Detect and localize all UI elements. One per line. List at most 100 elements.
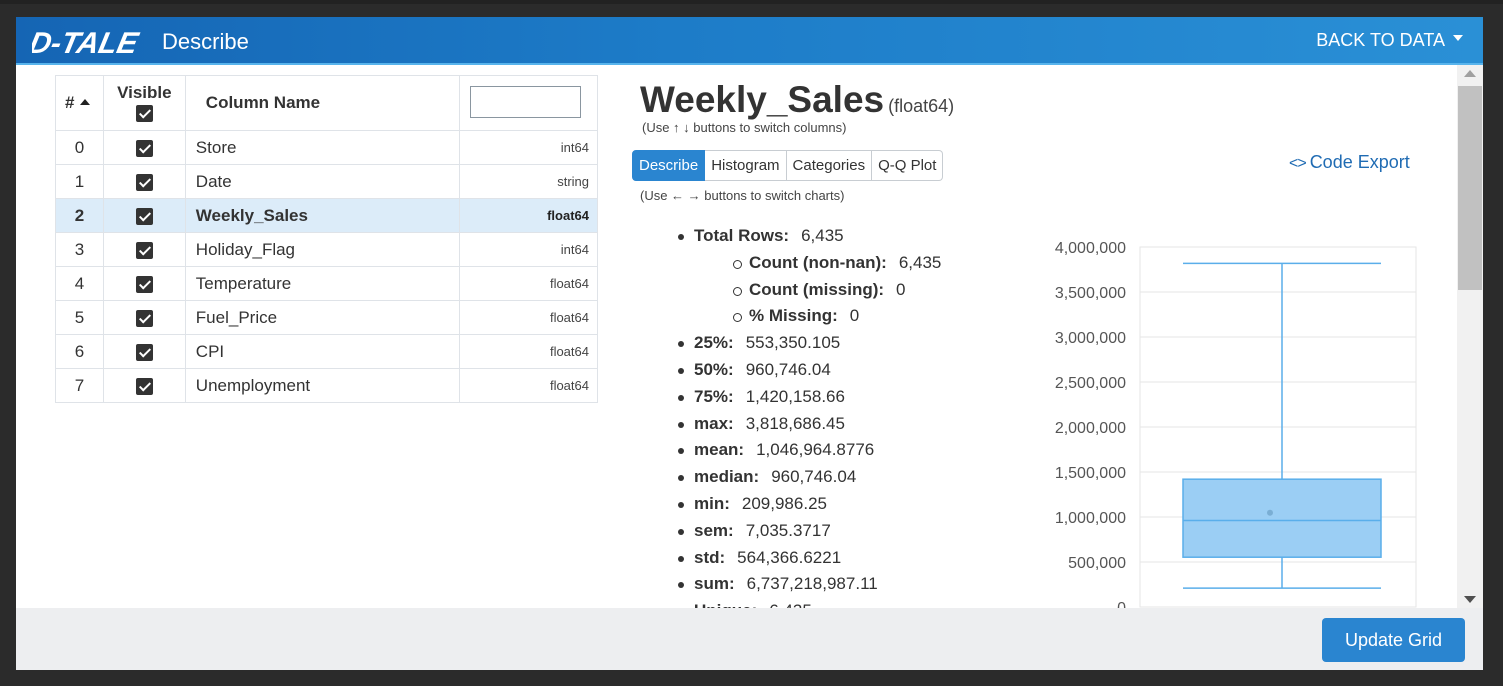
back-to-data-label: BACK TO DATA <box>1316 30 1445 50</box>
table-row[interactable]: 7 Unemployment float64 <box>55 368 598 403</box>
stat-value: 6,435 <box>769 601 812 608</box>
row-visible-cell <box>102 130 186 165</box>
column-filter-input[interactable] <box>469 86 581 118</box>
stat-item: sem: 7,035.3717 <box>676 519 941 546</box>
stat-value: 553,350.105 <box>745 333 841 353</box>
y-tick-label: 0 <box>1117 600 1126 608</box>
row-visible-cell <box>102 300 186 335</box>
table-row[interactable]: 3 Holiday_Flag int64 <box>55 232 598 267</box>
row-data-type: int64 <box>459 232 598 267</box>
row-visible-cell <box>102 368 186 403</box>
stat-item: 75%: 1,420,158.66 <box>676 385 941 412</box>
box-plot-chart: 0 500,000 1,000,000 1,500,000 2,000,000 2,500… <box>1055 240 1417 608</box>
iqr-box <box>1182 478 1382 558</box>
row-data-type: int64 <box>459 130 598 165</box>
stat-label: Total Rows: <box>694 226 790 245</box>
row-number: 2 <box>55 198 104 233</box>
y-tick-label: 2,500,000 <box>1055 375 1126 392</box>
caret-down-icon <box>1453 35 1463 42</box>
stat-item: % Missing: 0 <box>676 304 941 331</box>
table-row[interactable]: 6 CPI float64 <box>55 334 598 369</box>
table-row[interactable]: 0 Store int64 <box>55 130 598 165</box>
visible-checkbox[interactable] <box>135 173 153 191</box>
stat-value: 6,435 <box>801 226 844 245</box>
visible-checkbox[interactable] <box>135 343 153 361</box>
tab-histogram[interactable]: Histogram <box>705 150 787 181</box>
visible-checkbox[interactable] <box>135 139 153 157</box>
table-row[interactable]: 4 Temperature float64 <box>55 266 598 301</box>
visible-checkbox[interactable] <box>135 309 153 327</box>
column-name-header: Column Name <box>184 75 581 131</box>
scroll-up-arrow-icon[interactable] <box>1464 70 1476 77</box>
stat-value: 960,746.04 <box>771 467 857 487</box>
visible-checkbox[interactable] <box>135 207 153 225</box>
row-data-type: float64 <box>459 266 598 301</box>
stat-value: 960,746.04 <box>745 359 831 379</box>
tab-categories[interactable]: Categories <box>786 150 873 181</box>
update-grid-button[interactable]: Update Grid <box>1322 618 1465 662</box>
y-tick-label: 3,000,000 <box>1055 330 1126 347</box>
stat-value: 0 <box>849 306 860 326</box>
stat-item: 50%: 960,746.04 <box>676 358 941 385</box>
stat-item: sum: 6,737,218,987.11 <box>676 572 941 599</box>
row-data-type: float64 <box>459 198 598 233</box>
table-row[interactable]: 1 Date string <box>55 164 598 199</box>
row-visible-cell <box>102 198 186 233</box>
stat-item: Unique: 6,435 <box>676 599 941 608</box>
table-row[interactable]: 2 Weekly_Sales float64 <box>55 198 598 233</box>
stat-value: 6,737,218,987.11 <box>746 574 878 594</box>
stat-value: 1,420,158.66 <box>745 386 845 406</box>
row-visible-cell <box>102 164 186 199</box>
code-export-label: Code Export <box>1309 152 1410 172</box>
stat-value: 7,035.3717 <box>745 520 831 540</box>
mean-point <box>1267 509 1273 516</box>
stat-label: min: <box>694 493 730 513</box>
stat-item: std: 564,366.6221 <box>676 546 941 573</box>
stat-label: 25%: <box>694 333 734 353</box>
row-data-type: string <box>459 164 598 199</box>
switch-charts-hint: (Use ← → buttons to switch charts) <box>640 188 845 203</box>
dtale-logo: D-TALE <box>32 27 142 59</box>
row-column-name: Unemployment <box>184 368 461 403</box>
back-to-data-button[interactable]: BACK TO DATA <box>1316 30 1463 51</box>
scroll-down-arrow-icon[interactable] <box>1464 596 1476 603</box>
visible-checkbox[interactable] <box>135 275 153 293</box>
row-data-type: float64 <box>459 334 598 369</box>
page-title: Describe <box>162 29 249 54</box>
tab-qq-plot[interactable]: Q-Q Plot <box>872 150 944 181</box>
table-row[interactable]: 5 Fuel_Price float64 <box>55 300 598 335</box>
window-top-border <box>0 0 1503 4</box>
stat-label: Count (missing): <box>749 279 885 299</box>
y-tick-label: 2,000,000 <box>1055 420 1126 437</box>
row-column-name: CPI <box>184 334 461 369</box>
stat-item: Count (missing): 0 <box>676 278 941 305</box>
describe-modal: D-TALE Describe BACK TO DATA # Visible C… <box>16 17 1483 670</box>
describe-stats-list: Total Rows: 6,435 Count (non-nan): 6,435 Cou… <box>676 224 941 608</box>
scrollbar-thumb[interactable] <box>1458 86 1482 290</box>
row-column-name: Fuel_Price <box>184 300 461 335</box>
row-column-name: Temperature <box>184 266 461 301</box>
visible-checkbox[interactable] <box>135 241 153 259</box>
visible-checkbox[interactable] <box>135 377 153 395</box>
row-number: 5 <box>55 300 104 335</box>
row-visible-cell <box>102 334 186 369</box>
row-column-name: Holiday_Flag <box>184 232 461 267</box>
stat-value: 209,986.25 <box>741 493 827 513</box>
row-column-name: Date <box>184 164 461 199</box>
stat-label: mean: <box>694 440 745 460</box>
toggle-all-visible-checkbox[interactable] <box>135 105 153 123</box>
y-tick-label: 4,000,000 <box>1055 240 1126 257</box>
number-header-label: # <box>65 93 75 112</box>
sort-by-number-header[interactable]: # <box>55 75 104 131</box>
stat-label: std: <box>694 547 726 567</box>
row-data-type: float64 <box>459 368 598 403</box>
tab-describe[interactable]: Describe <box>632 150 706 181</box>
y-tick-label: 1,500,000 <box>1055 465 1126 482</box>
code-icon: <> <box>1289 155 1307 172</box>
code-export-link[interactable]: <> Code Export <box>1289 152 1410 173</box>
stat-item: Count (non-nan): 6,435 <box>676 251 941 278</box>
vertical-scrollbar[interactable] <box>1457 65 1483 608</box>
stat-label: sum: <box>694 574 735 594</box>
row-number: 4 <box>55 266 104 301</box>
stat-value: 1,046,964.8776 <box>756 440 875 460</box>
